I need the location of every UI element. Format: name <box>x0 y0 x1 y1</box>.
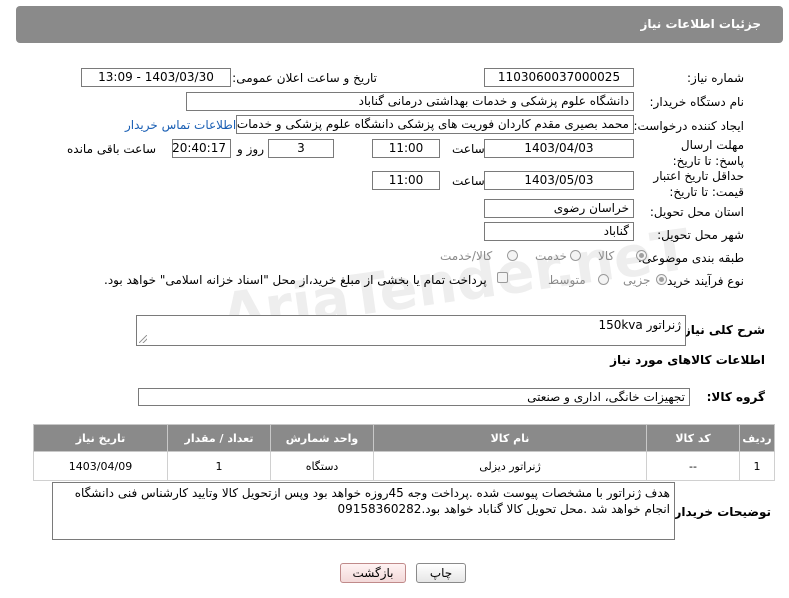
category-goods-radio[interactable] <box>636 250 647 261</box>
city-field: گناباد <box>484 222 634 241</box>
cell-item-name: ژنراتور دیزلی <box>373 451 647 481</box>
col-quantity: تعداد / مقدار <box>167 424 271 452</box>
cell-item-code: -- <box>646 451 740 481</box>
validity-date-field: 1403/05/03 <box>484 171 634 190</box>
cell-quantity: 1 <box>167 451 271 481</box>
description-field: ژنراتور 150kva <box>136 315 686 346</box>
goods-group-field: تجهیزات خانگی، اداری و صنعتی <box>138 388 690 406</box>
table-row[interactable]: 1 -- ژنراتور دیزلی دستگاه 1 1403/04/09 <box>33 451 775 481</box>
process-label: نوع فرآیند خرید : <box>659 274 744 288</box>
process-minor-label: جزیی <box>623 273 651 287</box>
col-row-number: ردیف <box>739 424 775 452</box>
buyer-org-label: نام دستگاه خریدار: <box>649 95 745 109</box>
col-need-date: تاریخ نیاز <box>33 424 168 452</box>
print-button[interactable]: چاپ <box>416 563 466 583</box>
treasury-payment-note: پرداخت تمام یا بخشی از مبلغ خرید،از محل … <box>104 273 487 287</box>
announce-label: تاریخ و ساعت اعلان عمومی: <box>232 71 377 85</box>
goods-group-label: گروه کالا: <box>706 390 765 404</box>
remaining-time-label: ساعت باقی مانده <box>67 142 157 156</box>
treasury-payment-checkbox[interactable] <box>497 272 508 283</box>
validity-time-label: ساعت <box>452 174 485 188</box>
cell-row-number: 1 <box>739 451 775 481</box>
page-title: جزئیات اطلاعات نیاز <box>640 17 761 31</box>
description-label: شرح کلی نیاز: <box>679 323 765 337</box>
city-label: شهر محل تحویل: <box>657 228 744 242</box>
goods-section-title: اطلاعات کالاهای مورد نیاز <box>610 353 765 367</box>
process-medium-radio[interactable] <box>598 274 609 285</box>
reply-time-label: ساعت <box>452 142 485 156</box>
col-unit: واحد شمارش <box>270 424 374 452</box>
category-service-radio[interactable] <box>570 250 581 261</box>
announce-field: 1403/03/30 - 13:09 <box>81 68 231 87</box>
creator-field: محمد بصیری مقدم کاردان فوریت های پزشکی د… <box>236 115 634 134</box>
province-field: خراسان رضوی <box>484 199 634 218</box>
validity-time-field: 11:00 <box>372 171 440 190</box>
remaining-time-field: 20:40:17 <box>172 139 231 158</box>
cell-unit: دستگاه <box>270 451 374 481</box>
days-label: روز و <box>237 142 264 156</box>
buyer-notes-text: هدف ژنراتور با مشخصات پیوست شده .پرداخت … <box>74 486 670 516</box>
buyer-org-field: دانشگاه علوم پزشکی و خدمات بهداشتی درمان… <box>186 92 634 111</box>
category-goods-service-radio[interactable] <box>507 250 518 261</box>
reply-time-field: 11:00 <box>372 139 440 158</box>
validity-label: حداقل تاریخ اعتبار قیمت: تا تاریخ: <box>653 169 744 199</box>
buyer-contact-link[interactable]: اطلاعات تماس خریدار <box>125 118 236 132</box>
need-number-field: 1103060037000025 <box>484 68 634 87</box>
col-item-name: نام کالا <box>373 424 647 452</box>
process-minor-radio[interactable] <box>656 274 667 285</box>
days-field: 3 <box>268 139 334 158</box>
cell-need-date: 1403/04/09 <box>33 451 168 481</box>
province-label: استان محل تحویل: <box>649 205 744 219</box>
reply-deadline-label: مهلت ارسال پاسخ: تا تاریخ: <box>672 138 744 168</box>
resize-handle[interactable] <box>139 335 147 343</box>
reply-date-field: 1403/04/03 <box>484 139 634 158</box>
goods-table: ردیف کد کالا نام کالا واحد شمارش تعداد /… <box>33 424 775 481</box>
back-button[interactable]: بازگشت <box>340 563 406 583</box>
creator-label: ایجاد کننده درخواست: <box>633 119 744 133</box>
buyer-notes-label: توضیحات خریدار: <box>669 505 771 519</box>
buyer-notes-field: هدف ژنراتور با مشخصات پیوست شده .پرداخت … <box>52 482 675 540</box>
col-item-code: کد کالا <box>646 424 740 452</box>
category-service-label: خدمت <box>535 249 567 263</box>
process-medium-label: متوسط <box>548 273 586 287</box>
description-text: ژنراتور 150kva <box>598 318 681 332</box>
page-header: جزئیات اطلاعات نیاز <box>16 6 783 43</box>
category-goods-service-label: کالا/خدمت <box>440 249 493 263</box>
category-label: طبقه بندی موضوعی: <box>637 251 744 265</box>
category-goods-label: کالا <box>598 249 615 263</box>
need-number-label: شماره نیاز: <box>687 71 744 85</box>
table-header-row: ردیف کد کالا نام کالا واحد شمارش تعداد /… <box>33 424 775 452</box>
